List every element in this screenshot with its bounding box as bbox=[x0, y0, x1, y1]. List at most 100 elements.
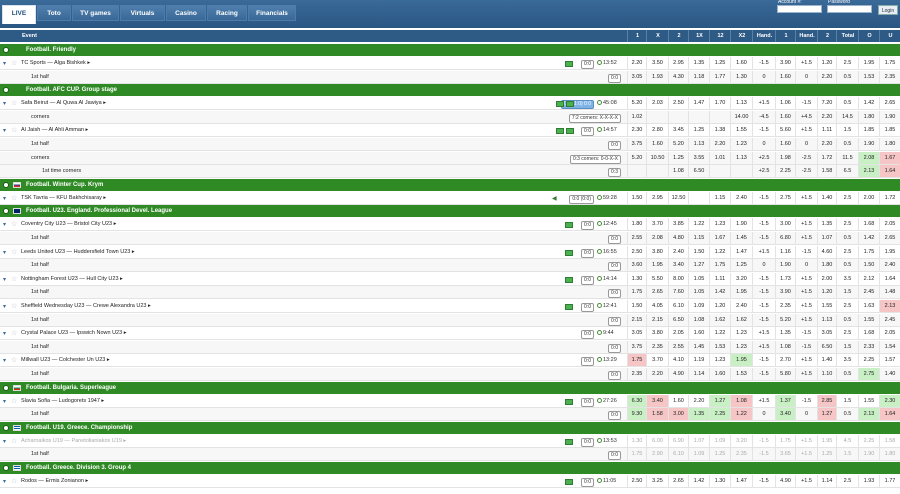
sub-market-row[interactable]: 1st half 0:0 3.05 1.93 4.30 1.18 1.77 1.30 0 1.60… bbox=[0, 70, 900, 84]
account-input[interactable] bbox=[777, 5, 822, 13]
odds-cell[interactable]: 1.75 bbox=[775, 434, 795, 447]
odds-cell[interactable]: 1.64 bbox=[879, 408, 900, 421]
odds-cell[interactable]: 3.80 bbox=[646, 327, 668, 340]
odds-cell[interactable]: 1.13 bbox=[688, 138, 709, 150]
odds-cell[interactable]: 4.10 bbox=[668, 354, 688, 367]
odds-cell[interactable]: 6.50 bbox=[817, 340, 836, 353]
odds-cell[interactable]: 2.5 bbox=[836, 191, 858, 204]
odds-cell[interactable]: 0 bbox=[752, 138, 775, 150]
tab-casino[interactable]: Casino bbox=[166, 5, 206, 21]
odds-cell[interactable]: +4.5 bbox=[795, 110, 817, 123]
odds-cell[interactable]: 1.85 bbox=[879, 124, 900, 137]
odds-cell[interactable]: 1.60 bbox=[688, 327, 709, 340]
odds-cell[interactable]: 1.07 bbox=[817, 232, 836, 244]
odds-cell[interactable]: 5.20 bbox=[627, 151, 646, 164]
odds-cell[interactable]: 1.37 bbox=[775, 394, 795, 407]
odds-cell[interactable]: 1.50 bbox=[627, 191, 646, 204]
league-header[interactable]: Football. U23. England. Professional Dev… bbox=[0, 205, 900, 218]
odds-cell[interactable]: 1.02 bbox=[627, 110, 646, 123]
odds-cell[interactable]: 2.25 bbox=[858, 354, 879, 367]
odds-cell[interactable]: 2.95 bbox=[646, 191, 668, 204]
odds-cell[interactable]: +1.5 bbox=[795, 57, 817, 69]
odds-cell[interactable]: 1.80 bbox=[817, 259, 836, 272]
odds-cell[interactable]: -1.5 bbox=[752, 313, 775, 326]
odds-cell[interactable]: 2.20 bbox=[688, 394, 709, 407]
odds-cell[interactable]: 0.5 bbox=[836, 368, 858, 380]
sub-market-row[interactable]: 1st half 0:0 1.75 2.65 7.60 1.05 1.42 1.95 -1.5 3… bbox=[0, 286, 900, 300]
odds-cell[interactable]: 0 bbox=[752, 259, 775, 272]
odds-cell[interactable]: 1.25 bbox=[730, 259, 752, 272]
odds-cell[interactable]: 1.58 bbox=[817, 165, 836, 178]
odds-cell[interactable]: 1.23 bbox=[730, 138, 752, 150]
odds-cell[interactable]: +1.5 bbox=[795, 354, 817, 367]
odds-cell[interactable]: 1.20 bbox=[709, 300, 730, 312]
odds-cell[interactable]: 1.23 bbox=[730, 327, 752, 340]
odds-cell[interactable]: 1.30 bbox=[709, 475, 730, 487]
odds-cell[interactable]: 3.75 bbox=[627, 138, 646, 150]
odds-cell[interactable]: 4.30 bbox=[668, 70, 688, 83]
odds-cell[interactable]: 2.20 bbox=[709, 138, 730, 150]
odds-cell[interactable]: 1.23 bbox=[730, 340, 752, 353]
live-video-icon[interactable] bbox=[565, 249, 573, 256]
odds-cell[interactable]: 1.75 bbox=[627, 448, 646, 461]
tab-racing[interactable]: Racing bbox=[207, 5, 247, 21]
odds-cell[interactable]: -1.5 bbox=[795, 97, 817, 110]
odds-cell[interactable]: 6.30 bbox=[627, 394, 646, 407]
event-row[interactable]: ▾ ☆ Millwall U23 — Colchester Un U23 ▸ 0:0 1… bbox=[0, 354, 900, 368]
odds-cell[interactable]: -1.5 bbox=[752, 368, 775, 380]
odds-cell[interactable]: 1.75 bbox=[627, 286, 646, 299]
odds-cell[interactable]: 1.25 bbox=[709, 448, 730, 461]
odds-cell[interactable]: 2.40 bbox=[730, 300, 752, 312]
odds-cell[interactable]: 2.13 bbox=[858, 165, 879, 178]
odds-cell[interactable]: 1.08 bbox=[730, 394, 752, 407]
live-video-icon[interactable] bbox=[565, 479, 573, 485]
odds-cell[interactable]: 1.35 bbox=[688, 57, 709, 69]
odds-cell[interactable]: 0.5 bbox=[836, 232, 858, 244]
odds-cell[interactable]: 1.10 bbox=[817, 368, 836, 380]
odds-cell[interactable]: 9.30 bbox=[627, 408, 646, 421]
odds-cell[interactable]: 1.85 bbox=[858, 124, 879, 137]
odds-cell[interactable]: 2.35 bbox=[730, 448, 752, 461]
odds-cell[interactable]: 1.60 bbox=[775, 138, 795, 150]
odds-cell[interactable]: 1.25 bbox=[668, 151, 688, 164]
chevron-down-icon[interactable]: ▾ bbox=[3, 221, 6, 228]
event-row[interactable]: ▾ ☆ TC Sports — Alga Bishkek ▸ 0:0 13:52 2.20… bbox=[0, 57, 900, 70]
odds-cell[interactable]: 1.5 bbox=[836, 124, 858, 137]
odds-cell[interactable]: 1.95 bbox=[730, 354, 752, 367]
odds-cell[interactable]: 0.5 bbox=[836, 259, 858, 272]
live-video-icon[interactable] bbox=[566, 101, 574, 108]
odds-cell[interactable]: 5.20 bbox=[627, 97, 646, 110]
event-name[interactable]: Millwall U23 — Colchester Un U23 ▸ bbox=[21, 354, 110, 367]
odds-cell[interactable]: -1.5 bbox=[752, 448, 775, 461]
odds-cell[interactable]: 2.50 bbox=[627, 475, 646, 487]
live-video-icon[interactable] bbox=[556, 101, 564, 108]
odds-cell[interactable]: 2.5 bbox=[836, 218, 858, 231]
odds-cell[interactable]: 1.22 bbox=[709, 245, 730, 258]
odds-cell[interactable]: +1.5 bbox=[752, 245, 775, 258]
event-row[interactable]: ▾ ☆ Nottingham Forest U23 — Hull City U23 … bbox=[0, 272, 900, 286]
odds-cell[interactable]: 1.09 bbox=[688, 300, 709, 312]
odds-cell[interactable]: 1.90 bbox=[879, 110, 900, 123]
event-row[interactable]: ▾ ☆ Rodos — Ermis Zonianon ▸ 0:0 11:05 2.50 3.… bbox=[0, 475, 900, 488]
odds-cell[interactable]: 1.55 bbox=[730, 124, 752, 137]
odds-cell[interactable]: 6.80 bbox=[775, 232, 795, 244]
chevron-down-icon[interactable]: ▾ bbox=[3, 357, 6, 364]
odds-cell[interactable]: 3.20 bbox=[730, 272, 752, 285]
odds-cell[interactable]: 2.65 bbox=[646, 286, 668, 299]
favorite-star-icon[interactable]: ☆ bbox=[11, 275, 17, 284]
odds-cell[interactable]: -2.5 bbox=[795, 151, 817, 164]
odds-cell[interactable]: 1.80 bbox=[879, 448, 900, 461]
odds-cell[interactable]: 1.75 bbox=[709, 259, 730, 272]
event-row[interactable]: ▾ ☆ Safa Beirut — Al Quwa Al Jawiya ▸ 0:0 (… bbox=[0, 97, 900, 111]
odds-cell[interactable]: +1.5 bbox=[795, 191, 817, 204]
odds-cell[interactable]: 1.13 bbox=[817, 313, 836, 326]
odds-cell[interactable]: 4.90 bbox=[668, 368, 688, 380]
event-name[interactable]: Safa Beirut — Al Quwa Al Jawiya ▸ bbox=[21, 97, 106, 110]
odds-cell[interactable]: 2.70 bbox=[775, 354, 795, 367]
live-video-icon[interactable] bbox=[565, 398, 573, 405]
odds-cell[interactable]: 3.40 bbox=[646, 394, 668, 407]
odds-cell[interactable]: 1.90 bbox=[858, 138, 879, 150]
odds-cell[interactable]: 1.68 bbox=[858, 327, 879, 340]
odds-cell[interactable]: -1.5 bbox=[752, 286, 775, 299]
audio-speaker-icon[interactable]: ◀ bbox=[552, 195, 557, 202]
